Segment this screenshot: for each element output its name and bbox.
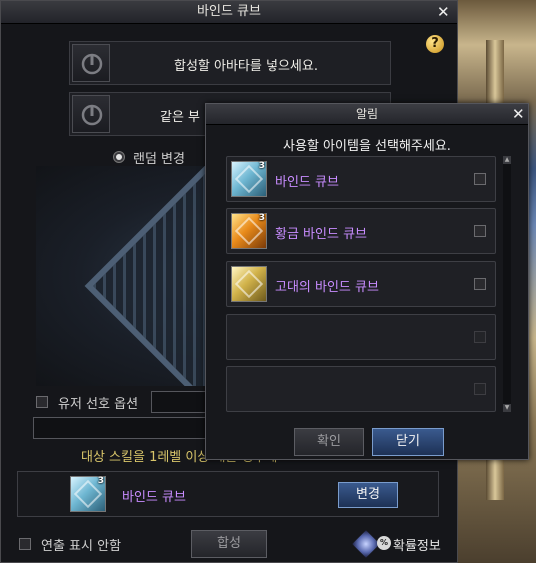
selected-item-row: 3 바인드 큐브 변경 [17, 471, 439, 517]
scroll-up-icon[interactable]: ▲ [503, 156, 511, 164]
item-checkbox[interactable] [474, 173, 486, 185]
random-change-label: 랜덤 변경 [133, 152, 185, 167]
scrollbar[interactable]: ▲ ▼ [503, 156, 511, 412]
user-preference-checkbox[interactable] [36, 396, 48, 408]
item-name: 황금 바인드 큐브 [275, 227, 367, 242]
item-stack: 3 [258, 161, 265, 171]
change-button[interactable]: 변경 [338, 482, 398, 508]
ancient-bind-cube-icon [231, 266, 267, 302]
random-change-radio[interactable] [113, 151, 125, 163]
close-button[interactable]: 닫기 [372, 428, 444, 456]
selected-item-name: 바인드 큐브 [122, 490, 186, 505]
avatar-slot-1[interactable]: 합성할 아바타를 넣으세요. [69, 41, 391, 85]
item-name: 고대의 바인드 큐브 [275, 280, 379, 295]
list-item[interactable]: 3 바인드 큐브 [226, 156, 496, 202]
list-item-empty [226, 314, 496, 360]
golden-bind-cube-icon: 3 [231, 213, 267, 249]
item-checkbox[interactable] [474, 278, 486, 290]
item-checkbox [474, 331, 486, 343]
slot-instruction: 같은 부 [160, 110, 201, 125]
popup-title: 알림 [206, 104, 528, 125]
item-checkbox[interactable] [474, 225, 486, 237]
slot-instruction: 합성할 아바타를 넣으세요. [174, 59, 318, 74]
help-icon[interactable]: ? [426, 35, 444, 53]
empty-slot-icon [72, 95, 110, 133]
percent-icon: % [377, 536, 391, 550]
user-preference-select[interactable] [151, 391, 211, 413]
item-stack: 3 [258, 213, 265, 223]
bind-cube-icon: 3 [231, 161, 267, 197]
combine-button[interactable]: 합성 [191, 530, 267, 558]
empty-slot-icon [72, 44, 110, 82]
window-title: 바인드 큐브 [1, 1, 457, 24]
effect-off-checkbox[interactable] [19, 538, 31, 550]
confirm-button[interactable]: 확인 [294, 428, 364, 456]
list-item[interactable]: 고대의 바인드 큐브 [226, 261, 496, 307]
close-icon[interactable]: ✕ [512, 107, 525, 122]
item-stack: 3 [97, 476, 104, 486]
gem-icon [352, 530, 380, 558]
list-item[interactable]: 3 황금 바인드 큐브 [226, 208, 496, 254]
effect-off-label: 연출 표시 안함 [41, 539, 122, 554]
bind-cube-icon: 3 [70, 476, 106, 512]
user-preference-label: 유저 선호 옵션 [58, 397, 139, 412]
cube-shine [234, 269, 264, 299]
item-name: 바인드 큐브 [275, 175, 339, 190]
scroll-down-icon[interactable]: ▼ [503, 404, 511, 412]
close-icon[interactable]: ✕ [437, 5, 450, 20]
probability-label: 확률정보 [393, 539, 441, 554]
option-input[interactable] [33, 417, 213, 439]
popup-subtitle: 사용할 아이템을 선택해주세요. [283, 139, 451, 154]
item-checkbox [474, 383, 486, 395]
item-select-popup: 알림 ✕ 사용할 아이템을 선택해주세요. 3 바인드 큐브 3 황금 바인드 … [205, 103, 529, 460]
list-item-empty [226, 366, 496, 412]
